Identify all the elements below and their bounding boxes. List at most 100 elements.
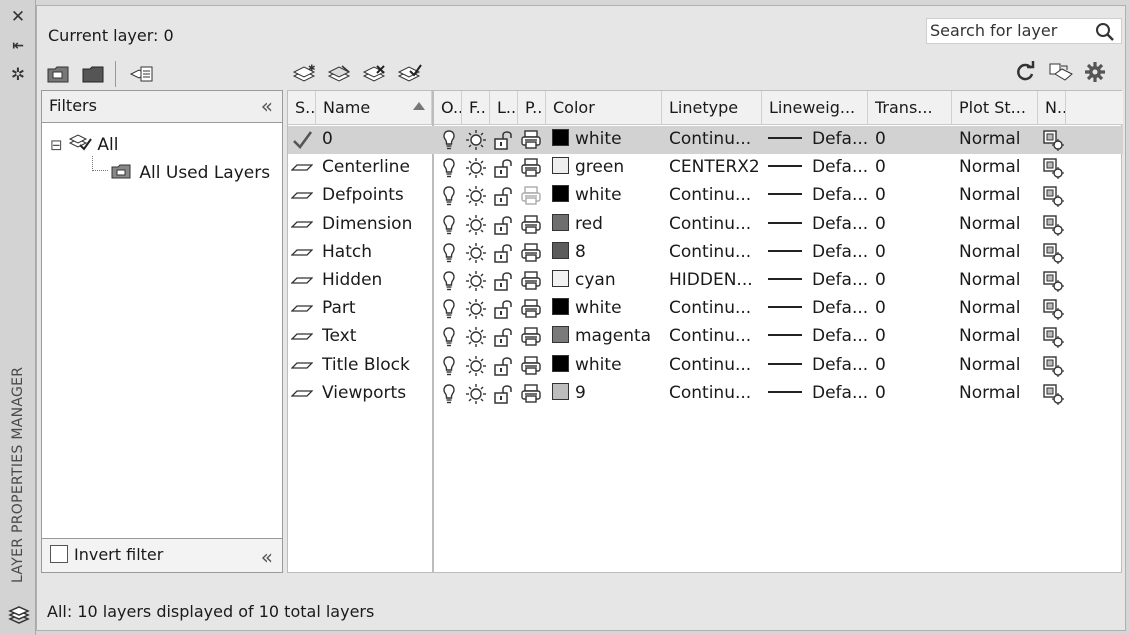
layer-row[interactable]: Text magenta Continu... Defa... 0 Normal [288,323,1123,351]
layer-color[interactable]: white [552,352,660,380]
sun-thaw-icon[interactable] [465,355,487,377]
layer-lineweight[interactable]: Defa... [768,267,868,295]
printer-icon[interactable] [520,298,542,320]
filter-node-all[interactable]: ⊟ All [50,133,118,155]
column-freeze[interactable]: F.. [462,91,490,125]
new-vp-freeze-icon[interactable] [1042,129,1064,151]
unlock-icon[interactable] [493,157,515,179]
lightbulb-icon[interactable] [438,326,460,348]
layer-name[interactable]: Part [322,295,430,323]
printer-icon[interactable] [520,355,542,377]
lightbulb-icon[interactable] [438,242,460,264]
layer-plot-style[interactable]: Normal [959,295,1037,323]
layer-color[interactable]: cyan [552,267,660,295]
layer-name[interactable]: Centerline [322,154,430,182]
layer-row[interactable]: Dimension red Continu... Defa... 0 Norma… [288,211,1123,239]
layer-name[interactable]: 0 [322,126,430,154]
search-input[interactable]: Search for layer [926,18,1122,44]
layer-name[interactable]: Title Block [322,352,430,380]
filter-node-all-used-layers[interactable]: All Used Layers [110,161,270,183]
sun-thaw-icon[interactable] [465,157,487,179]
layer-color[interactable]: white [552,182,660,210]
sun-thaw-icon[interactable] [465,298,487,320]
layer-row[interactable]: Part white Continu... Defa... 0 Normal [288,295,1123,323]
collapse-filters-footer-button[interactable]: « [261,545,273,569]
layer-linetype[interactable]: Continu... [669,295,761,323]
sun-thaw-icon[interactable] [465,383,487,405]
sun-thaw-icon[interactable] [465,270,487,292]
unlock-icon[interactable] [493,242,515,264]
lightbulb-icon[interactable] [438,214,460,236]
printer-icon[interactable] [520,214,542,236]
layer-lineweight[interactable]: Defa... [768,295,868,323]
column-name[interactable]: Name [316,91,432,125]
layer-row[interactable]: Hidden cyan HIDDEN... Defa... 0 Normal [288,267,1123,295]
printer-icon[interactable] [520,129,542,151]
layer-name[interactable]: Defpoints [322,182,430,210]
column-plot[interactable]: P.. [518,91,546,125]
new-vp-freeze-icon[interactable] [1042,298,1064,321]
unlock-icon[interactable] [493,270,515,292]
lightbulb-icon[interactable] [438,157,460,179]
unlock-icon[interactable] [493,185,515,207]
layer-name[interactable]: Viewports [322,380,430,408]
lightbulb-icon[interactable] [438,129,460,151]
layer-color[interactable]: magenta [552,323,660,351]
sun-thaw-icon[interactable] [465,185,487,207]
layer-plot-style[interactable]: Normal [959,126,1037,154]
new-vp-freeze-icon[interactable] [1042,157,1064,180]
lightbulb-icon[interactable] [438,298,460,320]
layer-plot-style[interactable]: Normal [959,239,1037,267]
layer-row[interactable]: Title Block white Continu... Defa... 0 N… [288,352,1123,380]
layer-color[interactable]: white [552,126,660,154]
layer-lineweight[interactable]: Defa... [768,126,868,154]
printer-icon[interactable] [520,270,542,292]
new-property-filter-icon[interactable] [46,62,72,86]
new-vp-freeze-icon[interactable] [1042,383,1064,405]
layer-translator-icon[interactable] [1047,60,1073,84]
sun-thaw-icon[interactable] [465,326,487,348]
layer-color[interactable]: red [552,211,660,239]
layer-transparency[interactable]: 0 [875,126,951,154]
layer-states-manager-icon[interactable] [129,62,155,86]
layer-name[interactable]: Dimension [322,211,430,239]
layer-plot-style[interactable]: Normal [959,182,1037,210]
layer-linetype[interactable]: Continu... [669,323,761,351]
layer-plot-style[interactable]: Normal [959,352,1037,380]
lightbulb-icon[interactable] [438,383,460,405]
layer-plot-style[interactable]: Normal [959,380,1037,408]
sun-thaw-icon[interactable] [465,129,487,151]
column-status[interactable]: S.. [288,91,316,125]
layer-row[interactable]: 0 white Continu... Defa... 0 Normal [288,126,1123,154]
layer-plot-style[interactable]: Normal [959,267,1037,295]
layer-color[interactable]: green [552,154,660,182]
new-layer-icon[interactable]: ✱ [292,62,318,86]
layer-name[interactable]: Hatch [322,239,430,267]
layer-color[interactable]: white [552,295,660,323]
printer-disabled-icon[interactable] [520,185,542,207]
set-current-icon[interactable] [397,62,423,86]
auto-hide-icon[interactable]: ⇤ [7,35,29,57]
invert-filter-checkbox[interactable] [50,545,68,563]
layer-transparency[interactable]: 0 [875,182,951,210]
unlock-icon[interactable] [493,355,515,377]
printer-icon[interactable] [520,383,542,405]
lightbulb-icon[interactable] [438,270,460,292]
new-vp-freeze-icon[interactable] [1042,185,1064,208]
layer-linetype[interactable]: Continu... [669,182,761,210]
sun-thaw-icon[interactable] [465,242,487,264]
tree-expander[interactable]: ⊟ [50,136,63,154]
layer-color[interactable]: 8 [552,239,660,267]
layer-transparency[interactable]: 0 [875,211,951,239]
collapse-filters-button[interactable]: « [261,94,273,118]
layer-transparency[interactable]: 0 [875,239,951,267]
layer-linetype[interactable]: CENTERX2 [669,154,761,182]
layer-row[interactable]: Centerline green CENTERX2 Defa... 0 Norm… [288,154,1123,182]
layer-lineweight[interactable]: Defa... [768,211,868,239]
unlock-icon[interactable] [493,298,515,320]
sun-thaw-icon[interactable] [465,214,487,236]
new-vp-freeze-icon[interactable] [1042,326,1064,349]
layer-lineweight[interactable]: Defa... [768,239,868,267]
new-vp-freeze-icon[interactable] [1042,355,1064,377]
lightbulb-icon[interactable] [438,355,460,377]
